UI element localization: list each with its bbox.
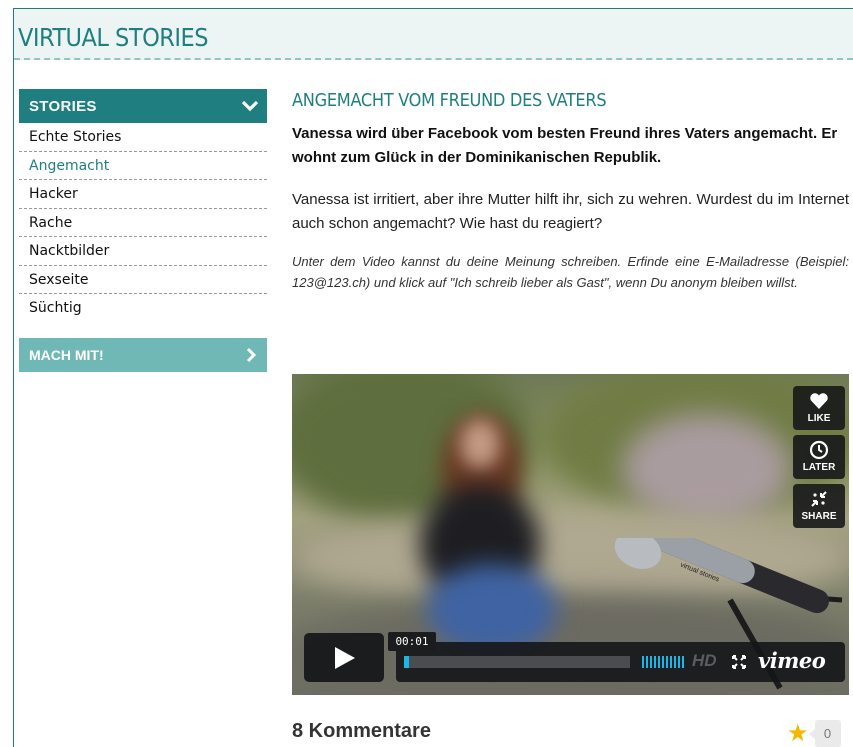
like-button[interactable]: LIKE	[793, 386, 845, 430]
chevron-right-icon	[246, 347, 257, 362]
article-lead: Vanessa wird über Facebook vom besten Fr…	[292, 125, 838, 166]
volume-control[interactable]	[642, 656, 684, 668]
sidebar-item-nacktbilder[interactable]: Nacktbilder	[19, 237, 267, 266]
sidebar: STORIES Echte Stories Angemacht Hacker R…	[19, 89, 267, 372]
rating-widget[interactable]: ★ 0	[787, 720, 841, 747]
like-label: LIKE	[807, 413, 831, 424]
share-label: SHARE	[801, 511, 837, 522]
article-body: Vanessa ist irritiert, aber ihre Mutter …	[292, 191, 849, 232]
progress-bar[interactable]	[404, 656, 630, 668]
mach-mit-button[interactable]: MACH MIT!	[19, 337, 267, 372]
comments-heading: 8 Kommentare	[292, 720, 431, 742]
article-title: ANGEMACHT VOM FREUND DES VATERS	[292, 90, 607, 111]
fullscreen-icon[interactable]	[732, 655, 746, 669]
video-player[interactable]: virtual stories LIKE LATER SHARE HD vime…	[292, 374, 849, 695]
article: ANGEMACHT VOM FREUND DES VATERS Vanessa …	[292, 90, 849, 293]
time-indicator: 00:01	[388, 632, 436, 651]
clock-icon	[809, 440, 829, 460]
chevron-down-icon	[241, 100, 259, 112]
video-person-legs	[427, 564, 557, 654]
sidebar-stories-header[interactable]: STORIES	[19, 89, 267, 123]
sidebar-story-list: Echte Stories Angemacht Hacker Rache Nac…	[19, 123, 267, 323]
share-button[interactable]: SHARE	[793, 484, 845, 528]
sidebar-item-suechtig[interactable]: Süchtig	[19, 294, 267, 323]
sidebar-item-angemacht[interactable]: Angemacht	[19, 152, 267, 180]
play-icon	[335, 647, 355, 669]
star-icon[interactable]: ★	[787, 721, 809, 746]
sidebar-item-rache[interactable]: Rache	[19, 209, 267, 237]
comment-hint: Unter dem Video kannst du deine Meinung …	[292, 254, 849, 290]
share-icon	[811, 491, 827, 507]
site-header: VIRTUAL STORIES	[14, 9, 853, 60]
mach-mit-label: MACH MIT!	[29, 346, 104, 363]
video-person-face	[460, 419, 500, 469]
play-button[interactable]	[304, 633, 384, 682]
video-bg-blossoms	[622, 414, 792, 524]
hd-toggle[interactable]: HD	[692, 651, 717, 671]
rating-count: 0	[808, 720, 841, 747]
watch-later-button[interactable]: LATER	[793, 435, 845, 479]
site-title[interactable]: VIRTUAL STORIES	[18, 23, 209, 52]
progress-fill	[404, 656, 409, 668]
sidebar-item-sexseite[interactable]: Sexseite	[19, 266, 267, 294]
vimeo-logo[interactable]: vimeo	[758, 648, 826, 673]
player-control-bar: HD vimeo	[396, 642, 845, 682]
heart-icon	[810, 393, 828, 409]
sidebar-item-hacker[interactable]: Hacker	[19, 180, 267, 209]
later-label: LATER	[802, 462, 836, 473]
sidebar-section-label: STORIES	[29, 97, 97, 115]
sidebar-item-echte-stories[interactable]: Echte Stories	[19, 123, 267, 152]
